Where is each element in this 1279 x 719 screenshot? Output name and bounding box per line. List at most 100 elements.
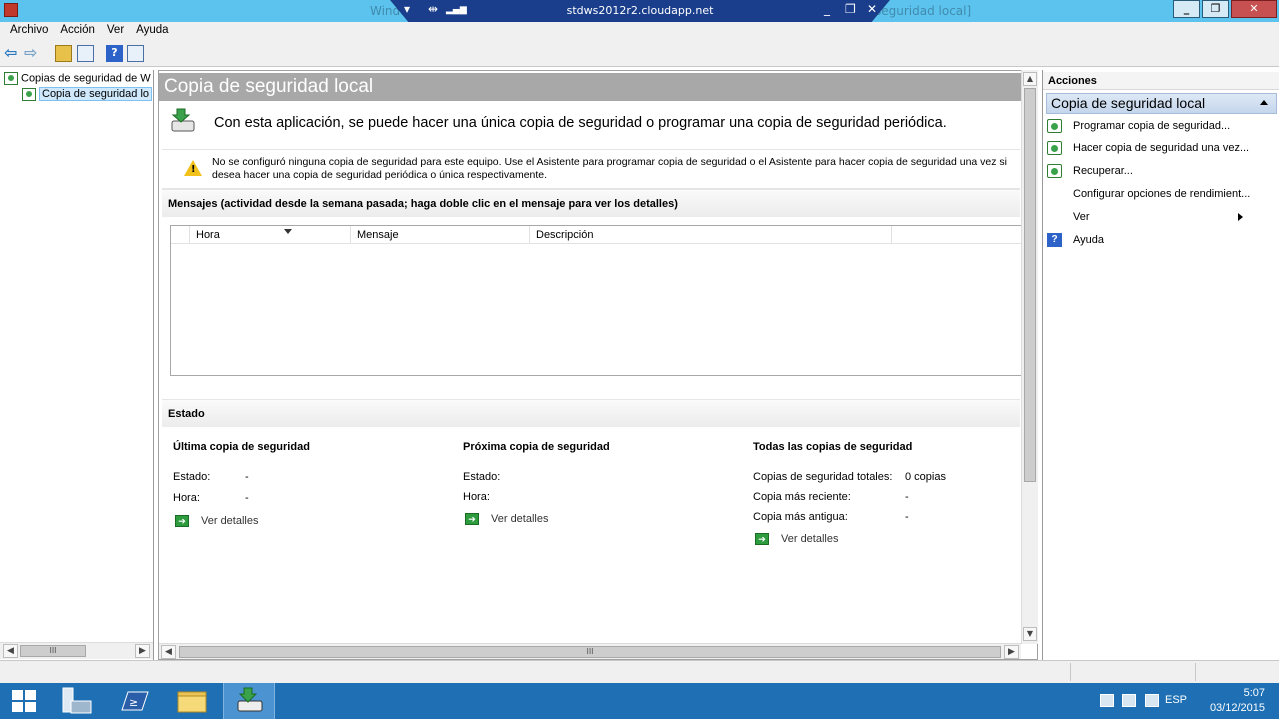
taskbar: ≥ ESP 5:07 03/12/2015 [0,683,1279,719]
estado-value: - [245,471,249,483]
tree-item-local-backup[interactable]: Copia de seguridad lo [22,87,153,104]
tree-horizontal-scrollbar[interactable]: ◀ III ▶ [0,642,153,659]
clock-time: 5:07 [1243,687,1265,699]
total-label: Copias de seguridad totales: [753,471,893,483]
estado-label: Estado: [173,471,211,483]
language-indicator[interactable]: ESP [1165,694,1187,706]
scroll-right-icon[interactable]: ▶ [1004,645,1019,659]
title-bar: Windows Server Backup - [Copias de segur… [0,0,1279,24]
actions-title: Acciones [1043,72,1279,90]
last-backup-hora: Hora: - [173,492,249,504]
rdp-close-button[interactable]: ✕ [867,2,877,16]
messages-table-header: Hora Mensaje Descripción [171,226,1021,244]
actions-group-header[interactable]: Copia de seguridad local [1046,93,1277,114]
total-backups: Copias de seguridad totales: 0 copias [753,471,946,483]
menu-ayuda[interactable]: Ayuda [130,22,174,41]
volume-icon[interactable] [1145,694,1159,707]
powershell-button[interactable]: ≥ [108,683,160,719]
minimize-button[interactable]: _ [1173,0,1200,18]
rdp-host: stdws2012r2.cloudapp.net [566,4,714,17]
network-icon[interactable] [1122,694,1136,707]
arrow-right-icon: ➔ [465,513,479,526]
status-segment [1195,663,1279,681]
server-manager-button[interactable] [52,683,104,719]
backup-once-icon [1047,141,1062,155]
total-value: 0 copias [905,471,946,483]
powershell-icon: ≥ [121,691,149,711]
menu-archivo[interactable]: Archivo [4,22,54,41]
show-hide-actions-icon[interactable] [127,45,144,62]
backup-taskbar-button[interactable] [223,683,275,719]
rdp-connection-bar[interactable]: ▾ ⇹ ▂▄▆ stdws2012r2.cloudapp.net _ ❐ ✕ [390,0,890,24]
file-explorer-button[interactable] [166,683,218,719]
scroll-down-icon[interactable]: ▼ [1023,627,1037,641]
restore-button[interactable]: ❐ [1202,0,1229,18]
svg-text:≥: ≥ [129,696,138,709]
navigation-tree: Copias de seguridad de W Copia de seguri… [0,70,154,660]
action-label: Configurar opciones de rendimient... [1073,188,1251,200]
column-header-hora[interactable]: Hora [190,226,351,244]
main-horizontal-scrollbar[interactable]: ◀ III ▶ [159,643,1021,659]
main-pane: Copia de seguridad local Con esta aplica… [158,70,1038,660]
help-icon[interactable]: ? [106,45,123,62]
next-backup-title: Próxima copia de seguridad [463,441,610,453]
recent-label: Copia más reciente: [753,491,851,503]
hora-label: Hora: [463,491,490,503]
sort-desc-icon [284,229,292,234]
collapse-icon[interactable] [1260,100,1268,105]
next-backup-details-link[interactable]: ➔ Ver detalles [465,513,549,526]
menu-accion[interactable]: Acción [54,22,101,41]
folder-icon [177,691,207,713]
tree-child-label: Copia de seguridad lo [39,87,153,102]
scroll-up-icon[interactable]: ▲ [1023,72,1037,86]
last-backup-details-link[interactable]: ➔ Ver detalles [175,515,259,528]
last-backup-title: Última copia de seguridad [173,441,310,453]
oldest-label: Copia más antigua: [753,511,848,523]
scroll-thumb[interactable]: III [20,645,86,657]
scroll-thumb[interactable] [1024,88,1036,482]
oldest-backup: Copia más antigua: - [753,511,909,523]
clock-date: 03/12/2015 [1209,702,1265,714]
action-label: Recuperar... [1073,165,1133,177]
back-arrow-icon[interactable]: ⇦ [4,45,21,62]
action-center-icon[interactable] [1100,694,1114,707]
windows-logo-icon [12,690,36,712]
column-header-icon[interactable] [171,226,190,244]
app-icon[interactable] [4,3,18,17]
rdp-restore-button[interactable]: ❐ [845,2,856,16]
action-label: Ver [1073,211,1090,223]
backup-icon [22,88,36,101]
action-label: Ayuda [1073,234,1104,246]
status-section-title: Estado [162,399,1020,427]
tree-item-root[interactable]: Copias de seguridad de W [4,72,151,88]
messages-table[interactable]: Hora Mensaje Descripción [170,225,1022,376]
rdp-minimize-button[interactable]: _ [824,2,830,16]
messages-section-title: Mensajes (actividad desde la semana pasa… [162,189,1020,217]
next-backup-hora: Hora: [463,491,490,503]
estado-label: Estado: [463,471,501,483]
clock[interactable]: 5:07 03/12/2015 [1210,686,1265,716]
all-backups-title: Todas las copias de seguridad [753,441,913,453]
all-backups-details-link[interactable]: ➔ Ver detalles [755,533,839,546]
start-button[interactable] [0,683,52,719]
close-button[interactable]: ✕ [1231,0,1277,18]
column-header-mensaje[interactable]: Mensaje [351,226,530,244]
page-title: Copia de seguridad local [159,73,1021,101]
scroll-left-icon[interactable]: ◀ [161,645,176,659]
schedule-backup-icon [1047,119,1062,133]
scroll-left-icon[interactable]: ◀ [3,644,18,658]
details-label: Ver detalles [491,513,549,525]
warning-message: ! No se configuró ninguna copia de segur… [162,149,1020,189]
details-label: Ver detalles [781,533,839,545]
forward-arrow-icon[interactable]: ⇨ [24,45,41,62]
show-hide-tree-icon[interactable] [77,45,94,62]
scroll-thumb[interactable]: III [179,646,1001,658]
main-vertical-scrollbar[interactable]: ▲ ▼ [1021,70,1038,644]
next-backup-estado: Estado: [463,471,500,483]
details-label: Ver detalles [201,515,259,527]
scroll-right-icon[interactable]: ▶ [135,644,150,658]
menu-bar: Archivo Acción Ver Ayuda [0,22,1279,41]
column-header-descripcion[interactable]: Descripción [530,226,892,244]
up-folder-icon[interactable] [55,45,72,62]
menu-ver[interactable]: Ver [101,22,130,41]
